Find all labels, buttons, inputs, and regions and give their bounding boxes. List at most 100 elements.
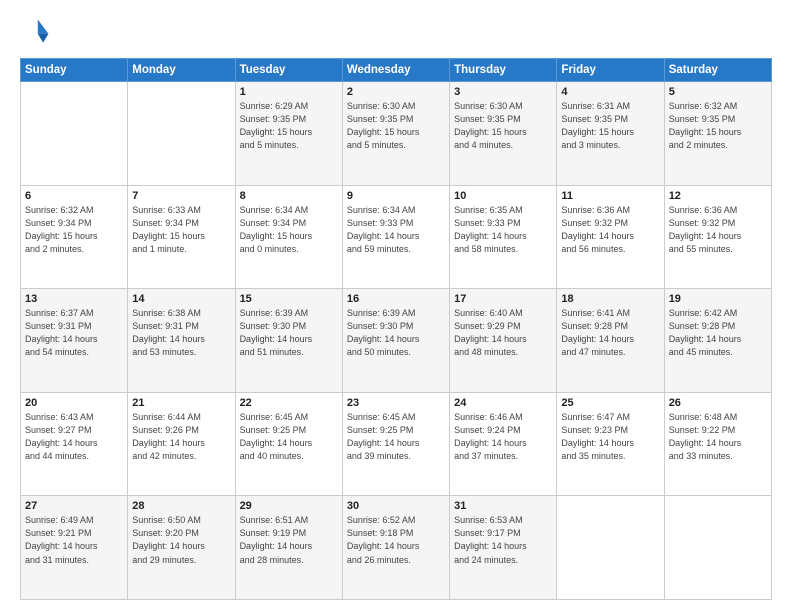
week-row-4: 27 Sunrise: 6:49 AM Sunset: 9:21 PM Dayli… <box>21 496 772 600</box>
day-number: 21 <box>132 397 230 409</box>
day-info: Sunrise: 6:44 AM Sunset: 9:26 PM Dayligh… <box>132 411 230 463</box>
calendar-cell: 31 Sunrise: 6:53 AM Sunset: 9:17 PM Dayli… <box>450 496 557 600</box>
calendar-cell: 14 Sunrise: 6:38 AM Sunset: 9:31 PM Dayli… <box>128 289 235 393</box>
day-info: Sunrise: 6:53 AM Sunset: 9:17 PM Dayligh… <box>454 514 552 566</box>
calendar-cell: 9 Sunrise: 6:34 AM Sunset: 9:33 PM Daylig… <box>342 185 449 289</box>
day-info: Sunrise: 6:48 AM Sunset: 9:22 PM Dayligh… <box>669 411 767 463</box>
day-number: 5 <box>669 86 767 98</box>
header <box>20 16 772 48</box>
day-info: Sunrise: 6:34 AM Sunset: 9:34 PM Dayligh… <box>240 204 338 256</box>
calendar-cell: 29 Sunrise: 6:51 AM Sunset: 9:19 PM Dayli… <box>235 496 342 600</box>
calendar-cell: 17Sunrise: 6:40 AM Sunset: 9:29 PM Dayli… <box>450 289 557 393</box>
calendar-cell: 10 Sunrise: 6:35 AM Sunset: 9:33 PM Dayli… <box>450 185 557 289</box>
day-info: Sunrise: 6:34 AM Sunset: 9:33 PM Dayligh… <box>347 204 445 256</box>
calendar-cell: 15Sunrise: 6:39 AM Sunset: 9:30 PM Dayli… <box>235 289 342 393</box>
week-row-0: 1 Sunrise: 6:29 AM Sunset: 9:35 PM Daylig… <box>21 82 772 186</box>
calendar-cell: 4 Sunrise: 6:31 AM Sunset: 9:35 PM Daylig… <box>557 82 664 186</box>
day-number: 10 <box>454 190 552 202</box>
col-header-wednesday: Wednesday <box>342 59 449 82</box>
calendar-cell <box>557 496 664 600</box>
day-number: 14 <box>132 293 230 305</box>
day-number: 28 <box>132 500 230 512</box>
day-info: Sunrise: 6:30 AM Sunset: 9:35 PM Dayligh… <box>454 100 552 152</box>
day-number: 20 <box>25 397 123 409</box>
day-number: 22 <box>240 397 338 409</box>
calendar-cell: 3 Sunrise: 6:30 AM Sunset: 9:35 PM Daylig… <box>450 82 557 186</box>
day-info: Sunrise: 6:39 AM Sunset: 9:30 PM Dayligh… <box>240 307 338 359</box>
col-header-saturday: Saturday <box>664 59 771 82</box>
calendar-cell: 28 Sunrise: 6:50 AM Sunset: 9:20 PM Dayli… <box>128 496 235 600</box>
day-info: Sunrise: 6:38 AM Sunset: 9:31 PM Dayligh… <box>132 307 230 359</box>
day-number: 8 <box>240 190 338 202</box>
calendar-table: SundayMondayTuesdayWednesdayThursdayFrid… <box>20 58 772 600</box>
day-info: Sunrise: 6:50 AM Sunset: 9:20 PM Dayligh… <box>132 514 230 566</box>
day-info: Sunrise: 6:31 AM Sunset: 9:35 PM Dayligh… <box>561 100 659 152</box>
day-info: Sunrise: 6:37 AM Sunset: 9:31 PM Dayligh… <box>25 307 123 359</box>
week-row-1: 6Sunrise: 6:32 AM Sunset: 9:34 PM Daylig… <box>21 185 772 289</box>
day-info: Sunrise: 6:41 AM Sunset: 9:28 PM Dayligh… <box>561 307 659 359</box>
day-number: 23 <box>347 397 445 409</box>
day-number: 25 <box>561 397 659 409</box>
logo <box>20 16 56 48</box>
col-header-thursday: Thursday <box>450 59 557 82</box>
calendar-cell: 12Sunrise: 6:36 AM Sunset: 9:32 PM Dayli… <box>664 185 771 289</box>
day-info: Sunrise: 6:40 AM Sunset: 9:29 PM Dayligh… <box>454 307 552 359</box>
day-number: 9 <box>347 190 445 202</box>
day-number: 18 <box>561 293 659 305</box>
calendar-cell: 2Sunrise: 6:30 AM Sunset: 9:35 PM Daylig… <box>342 82 449 186</box>
day-number: 24 <box>454 397 552 409</box>
day-info: Sunrise: 6:47 AM Sunset: 9:23 PM Dayligh… <box>561 411 659 463</box>
calendar-cell <box>21 82 128 186</box>
calendar-cell: 5 Sunrise: 6:32 AM Sunset: 9:35 PM Daylig… <box>664 82 771 186</box>
col-header-tuesday: Tuesday <box>235 59 342 82</box>
day-info: Sunrise: 6:29 AM Sunset: 9:35 PM Dayligh… <box>240 100 338 152</box>
day-info: Sunrise: 6:32 AM Sunset: 9:35 PM Dayligh… <box>669 100 767 152</box>
calendar-cell: 25 Sunrise: 6:47 AM Sunset: 9:23 PM Dayli… <box>557 392 664 496</box>
day-number: 7 <box>132 190 230 202</box>
calendar-cell: 26 Sunrise: 6:48 AM Sunset: 9:22 PM Dayli… <box>664 392 771 496</box>
day-info: Sunrise: 6:36 AM Sunset: 9:32 PM Dayligh… <box>561 204 659 256</box>
calendar-header-row: SundayMondayTuesdayWednesdayThursdayFrid… <box>21 59 772 82</box>
calendar-cell: 11 Sunrise: 6:36 AM Sunset: 9:32 PM Dayli… <box>557 185 664 289</box>
day-number: 19 <box>669 293 767 305</box>
day-info: Sunrise: 6:33 AM Sunset: 9:34 PM Dayligh… <box>132 204 230 256</box>
day-info: Sunrise: 6:42 AM Sunset: 9:28 PM Dayligh… <box>669 307 767 359</box>
day-number: 3 <box>454 86 552 98</box>
day-info: Sunrise: 6:45 AM Sunset: 9:25 PM Dayligh… <box>240 411 338 463</box>
day-number: 13 <box>25 293 123 305</box>
calendar-cell: 23 Sunrise: 6:45 AM Sunset: 9:25 PM Dayli… <box>342 392 449 496</box>
day-number: 26 <box>669 397 767 409</box>
day-number: 31 <box>454 500 552 512</box>
calendar-cell: 22 Sunrise: 6:45 AM Sunset: 9:25 PM Dayli… <box>235 392 342 496</box>
day-number: 27 <box>25 500 123 512</box>
week-row-3: 20Sunrise: 6:43 AM Sunset: 9:27 PM Dayli… <box>21 392 772 496</box>
calendar-cell: 20Sunrise: 6:43 AM Sunset: 9:27 PM Dayli… <box>21 392 128 496</box>
day-info: Sunrise: 6:30 AM Sunset: 9:35 PM Dayligh… <box>347 100 445 152</box>
day-info: Sunrise: 6:32 AM Sunset: 9:34 PM Dayligh… <box>25 204 123 256</box>
calendar-cell <box>664 496 771 600</box>
calendar-cell: 1 Sunrise: 6:29 AM Sunset: 9:35 PM Daylig… <box>235 82 342 186</box>
day-info: Sunrise: 6:45 AM Sunset: 9:25 PM Dayligh… <box>347 411 445 463</box>
calendar-cell: 16Sunrise: 6:39 AM Sunset: 9:30 PM Dayli… <box>342 289 449 393</box>
col-header-friday: Friday <box>557 59 664 82</box>
calendar-cell: 21 Sunrise: 6:44 AM Sunset: 9:26 PM Dayli… <box>128 392 235 496</box>
calendar-cell: 7 Sunrise: 6:33 AM Sunset: 9:34 PM Daylig… <box>128 185 235 289</box>
col-header-sunday: Sunday <box>21 59 128 82</box>
logo-icon <box>20 16 52 48</box>
day-info: Sunrise: 6:49 AM Sunset: 9:21 PM Dayligh… <box>25 514 123 566</box>
day-info: Sunrise: 6:36 AM Sunset: 9:32 PM Dayligh… <box>669 204 767 256</box>
calendar-cell: 18 Sunrise: 6:41 AM Sunset: 9:28 PM Dayli… <box>557 289 664 393</box>
day-number: 4 <box>561 86 659 98</box>
day-info: Sunrise: 6:51 AM Sunset: 9:19 PM Dayligh… <box>240 514 338 566</box>
day-number: 1 <box>240 86 338 98</box>
day-number: 29 <box>240 500 338 512</box>
day-info: Sunrise: 6:46 AM Sunset: 9:24 PM Dayligh… <box>454 411 552 463</box>
calendar-cell: 30Sunrise: 6:52 AM Sunset: 9:18 PM Dayli… <box>342 496 449 600</box>
calendar-cell: 19 Sunrise: 6:42 AM Sunset: 9:28 PM Dayli… <box>664 289 771 393</box>
day-number: 16 <box>347 293 445 305</box>
day-info: Sunrise: 6:35 AM Sunset: 9:33 PM Dayligh… <box>454 204 552 256</box>
calendar-cell: 8 Sunrise: 6:34 AM Sunset: 9:34 PM Daylig… <box>235 185 342 289</box>
day-number: 11 <box>561 190 659 202</box>
col-header-monday: Monday <box>128 59 235 82</box>
calendar-cell: 24 Sunrise: 6:46 AM Sunset: 9:24 PM Dayli… <box>450 392 557 496</box>
